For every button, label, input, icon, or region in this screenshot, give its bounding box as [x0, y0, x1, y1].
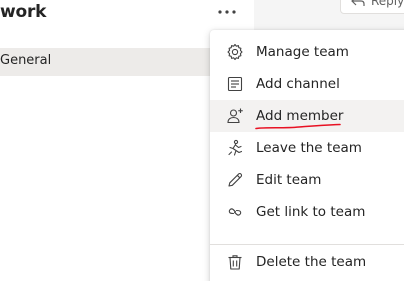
- link-icon: [226, 203, 244, 221]
- menu-item-label: Add channel: [256, 76, 340, 92]
- channel-name: General: [0, 53, 52, 68]
- leave-team-icon: [226, 139, 244, 157]
- menu-item-get-link[interactable]: Get link to team: [210, 196, 404, 228]
- team-context-menu: Manage team Add channel Add member Leave…: [210, 30, 404, 281]
- reply-button[interactable]: Reply: [340, 0, 404, 14]
- menu-item-leave-team[interactable]: Leave the team: [210, 132, 404, 164]
- menu-divider: [210, 244, 404, 245]
- menu-item-manage-team[interactable]: Manage team: [210, 36, 404, 68]
- gear-icon: [226, 43, 244, 61]
- menu-item-delete-team[interactable]: Delete the team: [210, 246, 404, 278]
- menu-item-label: Get link to team: [256, 204, 366, 220]
- menu-item-label: Leave the team: [256, 140, 362, 156]
- menu-item-add-channel[interactable]: Add channel: [210, 68, 404, 100]
- ellipsis-icon: [218, 10, 236, 14]
- menu-item-label: Edit team: [256, 172, 322, 188]
- red-annotation-underline: [254, 120, 344, 132]
- reply-label: Reply: [371, 0, 404, 8]
- pencil-icon: [226, 171, 244, 189]
- trash-icon: [226, 253, 244, 271]
- teams-window: Reply work General Manage team Add chann…: [0, 0, 404, 281]
- menu-item-edit-team[interactable]: Edit team: [210, 164, 404, 196]
- add-member-icon: [226, 107, 244, 125]
- team-name: work: [0, 2, 47, 22]
- reply-icon: [351, 0, 371, 7]
- more-options-button[interactable]: [214, 3, 240, 21]
- add-channel-icon: [226, 75, 244, 93]
- menu-item-label: Delete the team: [256, 254, 367, 270]
- menu-item-label: Manage team: [256, 44, 349, 60]
